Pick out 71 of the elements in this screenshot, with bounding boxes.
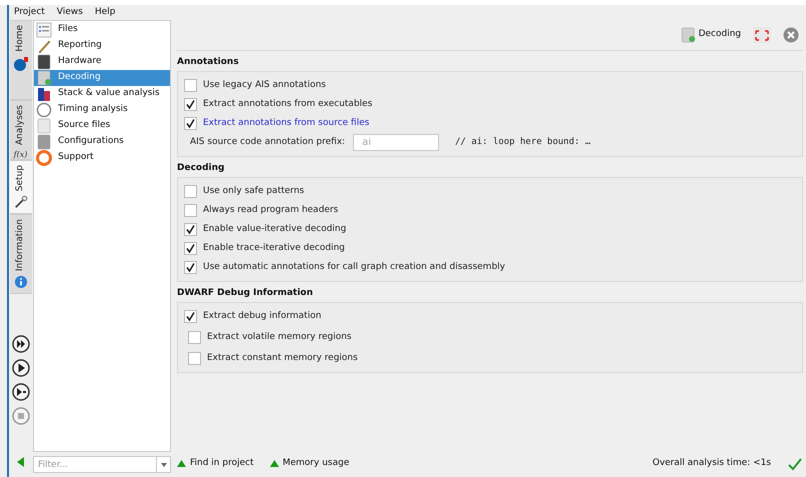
checkbox-label[interactable]: Always read program headers [203, 204, 338, 218]
bar-icon [36, 86, 52, 102]
checkmark-icon [787, 456, 803, 472]
checkbox[interactable] [188, 330, 201, 344]
tree-item[interactable]: Reporting [34, 38, 170, 54]
dropdown-icon [160, 462, 166, 466]
side-tab[interactable]: Home [10, 20, 32, 100]
field-label: AIS source code annotation prefix: [190, 136, 346, 149]
tree-item[interactable]: Hardware [34, 54, 170, 70]
checkbox-label[interactable]: Extract annotations from source files [203, 116, 370, 130]
checkbox[interactable] [184, 260, 197, 274]
menu-item[interactable]: Project [14, 6, 45, 20]
section-title: Decoding [177, 162, 226, 176]
checkbox[interactable] [184, 184, 197, 198]
example-hint: // ai: loop here bound: … [455, 136, 591, 149]
tree-item[interactable]: Timing analysis [34, 102, 170, 118]
tree-item[interactable]: Source files [34, 118, 170, 134]
tree-item[interactable]: Configurations [34, 134, 170, 150]
side-tab[interactable]: Analyses f(x) [10, 100, 32, 160]
filter-field[interactable]: Filter... [33, 456, 157, 473]
page-title: Decoding [698, 28, 741, 42]
status-link[interactable]: Memory usage [282, 456, 350, 470]
menu-item[interactable]: Views [56, 6, 83, 20]
checkbox-label[interactable]: Extract debug information [203, 310, 322, 324]
checkbox-label[interactable]: Use automatic annotations for call graph creation and disassembly [203, 260, 506, 274]
stop-icon[interactable] [12, 407, 30, 425]
analysis-time: Overall analysis time: <1s [652, 456, 771, 470]
checkbox-label[interactable]: Use legacy AIS annotations [203, 78, 326, 92]
fast-forward-icon[interactable] [12, 335, 30, 353]
checkbox-label[interactable]: Enable value-iterative decoding [203, 222, 346, 236]
collapse-icon[interactable] [16, 457, 24, 467]
checkbox-label[interactable]: Use only safe patterns [203, 184, 304, 198]
input-field[interactable]: ai [353, 134, 440, 151]
tree-item[interactable]: Stack & value analysis [34, 86, 170, 102]
close-icon[interactable] [783, 26, 799, 43]
step-icon[interactable] [12, 383, 30, 401]
page-icon [36, 118, 52, 134]
checkbox-label[interactable]: Extract annotations from executables [203, 98, 372, 112]
info-icon [12, 275, 28, 289]
triangle-icon [270, 460, 279, 467]
checkbox[interactable] [184, 98, 197, 111]
side-tab[interactable]: Information [10, 214, 32, 294]
triangle-icon [177, 460, 186, 467]
checkbox-label[interactable]: Enable trace-iterative decoding [203, 242, 345, 256]
status-link[interactable]: Find in project [190, 456, 254, 470]
document-icon [36, 70, 52, 86]
section-title: Annotations [177, 56, 240, 70]
tree-item[interactable]: Files [34, 22, 170, 38]
checkbox[interactable] [184, 242, 197, 255]
lifebuoy-icon [36, 150, 52, 166]
tree-item[interactable]: Decoding [34, 70, 170, 86]
tree-item[interactable]: Support [34, 150, 170, 166]
dropdown-button[interactable] [157, 456, 171, 473]
checkbox[interactable] [184, 310, 197, 323]
checkbox-label[interactable]: Extract constant memory regions [207, 352, 358, 366]
chip-icon [36, 54, 52, 70]
logo-icon [12, 56, 28, 72]
checkbox[interactable] [184, 222, 197, 236]
checkbox[interactable] [188, 352, 201, 365]
fullscreen-icon[interactable] [753, 26, 771, 43]
function-label: f(x) [14, 149, 28, 162]
play-icon[interactable] [12, 359, 30, 377]
menu-item[interactable]: Help [94, 6, 116, 20]
checkbox[interactable] [184, 116, 197, 130]
checkbox[interactable] [184, 204, 197, 217]
document-icon [680, 26, 696, 43]
checkbox[interactable] [184, 78, 197, 92]
checkbox-label[interactable]: Extract volatile memory regions [207, 330, 352, 344]
wrench-icon [14, 195, 28, 210]
section-title: DWARF Debug Information [177, 287, 314, 300]
side-tab[interactable]: Setup [10, 160, 32, 214]
